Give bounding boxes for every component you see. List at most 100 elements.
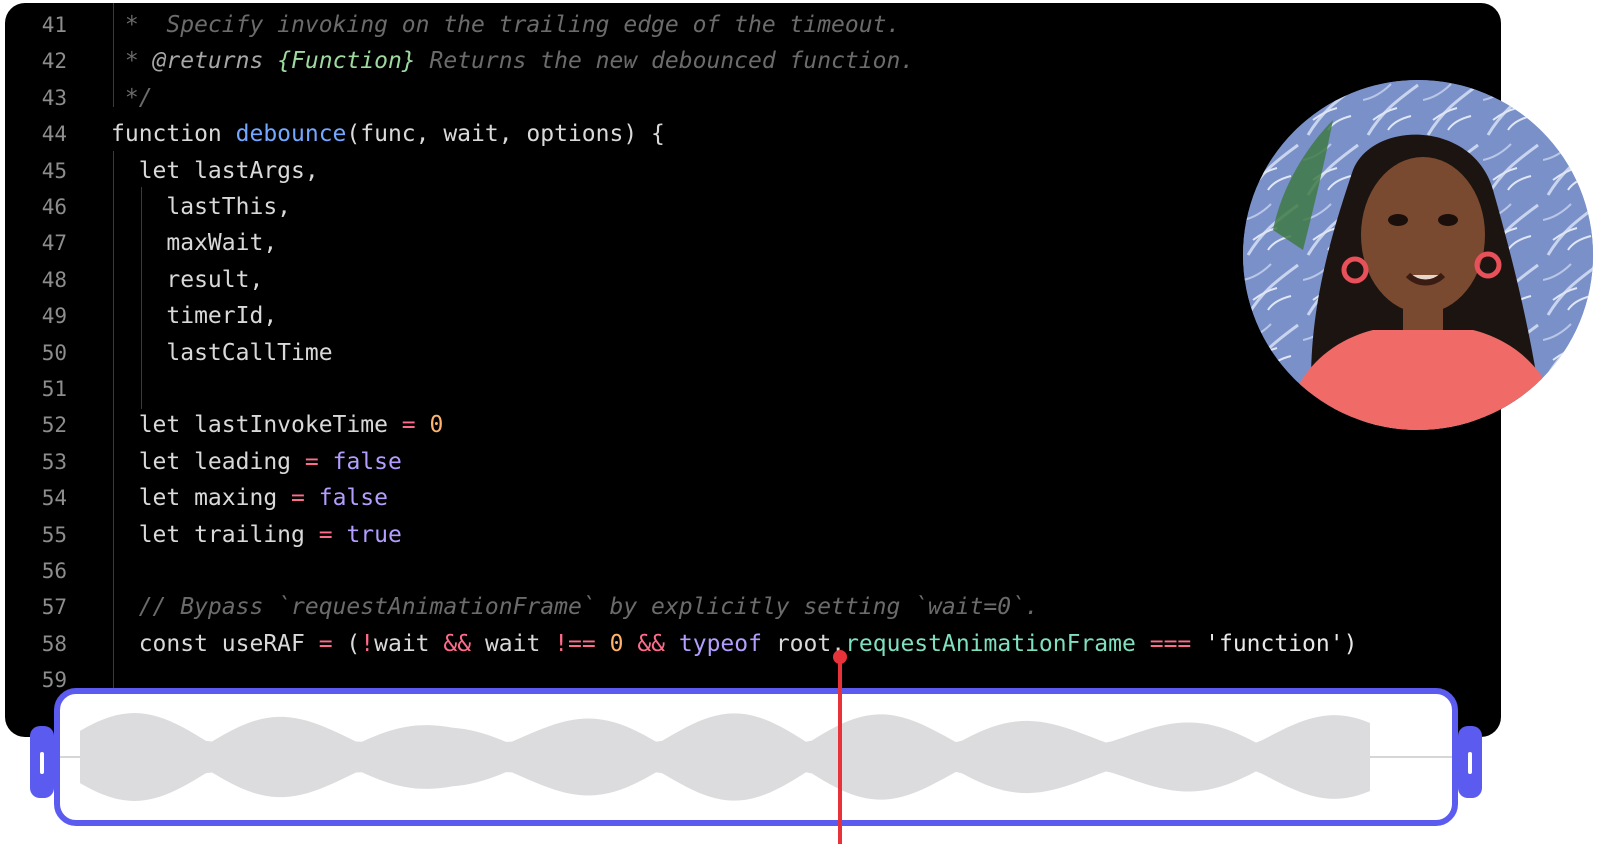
code-token: false	[332, 448, 402, 475]
code-token: =	[318, 521, 333, 548]
code-text: let lastInvokeTime = 0	[111, 407, 444, 443]
code-token: ===	[1149, 630, 1192, 657]
code-text: * @returns {Function} Returns the new de…	[111, 43, 914, 79]
code-text: let maxing = false	[111, 480, 388, 516]
code-token: result,	[111, 266, 264, 293]
code-line: 53 let leading = false	[5, 444, 1485, 480]
code-line: 56	[5, 553, 1485, 589]
code-line: 52 let lastInvokeTime = 0	[5, 407, 1485, 443]
code-token: !	[360, 630, 375, 657]
code-text: timerId,	[111, 298, 277, 334]
code-token: Returns the new debounced function.	[415, 48, 915, 75]
code-line: 44 function debounce(func, wait, options)…	[5, 116, 1485, 152]
code-token: &&	[637, 630, 666, 657]
code-token: 0	[609, 630, 624, 657]
code-line: 54 let maxing = false	[5, 480, 1485, 516]
code-token: typeof	[678, 630, 762, 657]
code-token: (func, wait, options) {	[346, 121, 665, 148]
code-token: let leading	[111, 448, 305, 475]
code-token: maxWait,	[111, 230, 278, 257]
line-number: 46	[41, 195, 67, 219]
code-token: (	[332, 630, 361, 657]
code-token: !==	[554, 630, 596, 657]
line-number: 51	[41, 377, 67, 401]
grip-icon	[1468, 752, 1472, 774]
code-token: let trailing	[111, 521, 319, 548]
grip-icon	[40, 752, 44, 774]
code-token: =	[291, 485, 305, 512]
trim-handle-right-icon[interactable]	[1458, 726, 1482, 798]
code-token: *	[111, 48, 153, 75]
line-number: 42	[41, 49, 67, 74]
code-token: wait	[471, 630, 555, 657]
code-token: * Specify invoking on the trailing edge …	[111, 12, 901, 38]
line-number: 54	[41, 486, 67, 511]
code-token: 'function')	[1205, 630, 1358, 657]
line-number: 47	[41, 231, 67, 256]
code-text: maxWait,	[111, 225, 277, 261]
code-token: let maxing	[111, 485, 292, 512]
line-number: 57	[41, 595, 67, 620]
code-line: 50 lastCallTime	[5, 335, 1485, 371]
code-token: =	[318, 630, 333, 657]
line-number: 53	[41, 449, 67, 474]
code-text: let trailing = true	[111, 517, 402, 553]
code-token: false	[318, 485, 388, 512]
code-line: 57 // Bypass `requestAnimationFrame` by …	[5, 589, 1485, 625]
code-text: result,	[111, 262, 263, 298]
waveform-shape	[80, 713, 1370, 801]
waveform	[60, 713, 1452, 801]
code-token: lastThis,	[111, 194, 292, 220]
code-text: */	[111, 80, 153, 116]
code-token: =	[401, 412, 416, 439]
code-token: // Bypass `requestAnimationFrame` by exp…	[111, 594, 1039, 621]
code-token: @returns	[152, 48, 264, 75]
code-token: wait	[374, 630, 444, 657]
code-token: function	[111, 121, 236, 148]
code-editor: 41 * Specify invoking on the trailing ed…	[5, 3, 1501, 737]
line-number: 43	[41, 85, 67, 110]
line-number: 45	[41, 158, 67, 183]
presenter-webcam	[1243, 80, 1593, 430]
line-number: 50	[41, 340, 67, 365]
code-token: requestAnimationFrame	[845, 630, 1136, 657]
line-number: 41	[41, 13, 67, 37]
code-line: 42 * @returns {Function} Returns the new…	[5, 43, 1485, 79]
code-token: root.	[761, 630, 846, 657]
code-token: const useRAF	[111, 630, 319, 657]
code-token: */	[111, 84, 153, 111]
trim-selection[interactable]	[54, 688, 1458, 826]
code-token: timerId,	[111, 303, 278, 330]
line-number: 56	[41, 559, 67, 583]
trim-handle-left-icon[interactable]	[30, 726, 54, 798]
code-line: 51	[5, 371, 1485, 407]
code-text: * Specify invoking on the trailing edge …	[111, 7, 900, 43]
code-token: lastCallTime	[111, 339, 333, 366]
line-number: 58	[41, 631, 67, 656]
code-token: {Function}	[277, 48, 416, 75]
code-token: 0	[429, 412, 444, 439]
code-token: debounce	[235, 121, 347, 148]
code-text: function debounce(func, wait, options) {	[111, 116, 665, 152]
code-text: // Bypass `requestAnimationFrame` by exp…	[111, 589, 1039, 625]
code-text: const useRAF = (!wait && wait !== 0 && t…	[111, 626, 1358, 662]
line-number: 44	[41, 122, 67, 147]
line-number: 55	[41, 522, 67, 547]
code-text: let leading = false	[111, 444, 402, 480]
code-line: 55 let trailing = true	[5, 517, 1485, 553]
code-token: true	[346, 521, 402, 548]
playhead[interactable]	[833, 650, 848, 844]
code-token: &&	[443, 630, 472, 657]
code-token: let lastArgs,	[111, 157, 319, 184]
line-number: 48	[41, 267, 67, 292]
audio-timeline[interactable]	[30, 650, 1482, 844]
presenter-image	[1243, 80, 1593, 430]
